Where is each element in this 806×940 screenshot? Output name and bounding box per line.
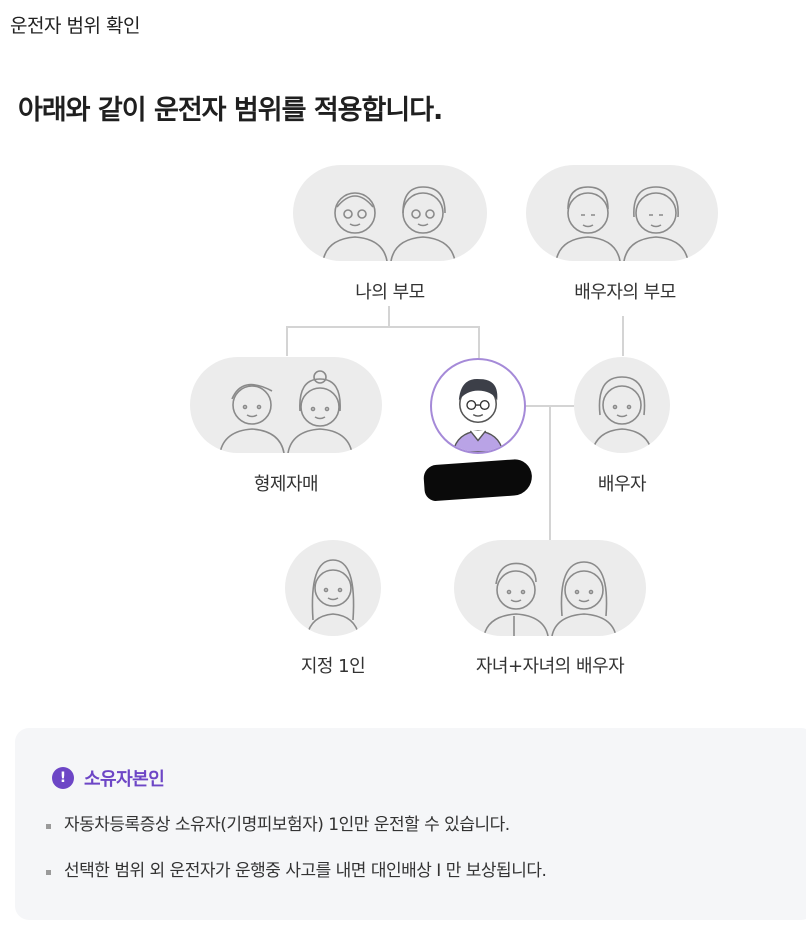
connector-line <box>622 316 624 356</box>
list-item: 선택한 범위 외 운전자가 운행중 사고를 내면 대인배상 I 만 보상됩니다. <box>44 861 547 907</box>
redacted-name <box>422 458 534 502</box>
person-illustration <box>483 561 617 636</box>
label-spouse-parents: 배우자의 부모 <box>574 282 676 303</box>
list-item-text: 자동차등록증상 소유자(기명피보험자) 1인만 운전할 수 있습니다. <box>64 815 510 835</box>
self-illustration <box>430 358 526 454</box>
driver-scope-tree: 나의 부모 배우자의 부모 형제자매 배우자 지정 1인 자녀+자녀의 배우자 <box>0 0 806 700</box>
alert-icon: ! <box>52 767 74 789</box>
my-parents-illustration <box>293 165 487 261</box>
person-illustration <box>555 186 689 261</box>
bullet-icon <box>46 870 51 875</box>
person-illustration <box>219 370 353 453</box>
info-bullet-list: 자동차등록증상 소유자(기명피보험자) 1인만 운전할 수 있습니다. 선택한 … <box>44 815 547 907</box>
person-illustration <box>452 379 504 452</box>
label-designated-one: 지정 1인 <box>300 656 366 677</box>
label-my-parents: 나의 부모 <box>355 282 425 303</box>
list-item: 자동차등록증상 소유자(기명피보험자) 1인만 운전할 수 있습니다. <box>44 815 546 861</box>
person-illustration <box>591 376 653 453</box>
spouse-parents-illustration <box>526 165 718 261</box>
connector-line <box>549 405 551 540</box>
label-siblings: 형제자매 <box>253 474 319 495</box>
bullet-icon <box>46 824 51 829</box>
connector-line <box>286 326 288 356</box>
children-illustration <box>454 540 646 636</box>
person-illustration <box>322 186 456 261</box>
connector-line <box>286 326 480 328</box>
person-illustration <box>306 559 360 636</box>
info-title-text: 소유자본인 <box>84 769 165 790</box>
connector-line <box>478 326 480 358</box>
spouse-illustration <box>574 357 670 453</box>
info-title: ! 소유자본인 <box>52 765 165 791</box>
siblings-illustration <box>190 357 382 453</box>
label-spouse: 배우자 <box>597 474 647 495</box>
list-item-text: 선택한 범위 외 운전자가 운행중 사고를 내면 대인배상 I 만 보상됩니다. <box>64 861 547 881</box>
designated-one-illustration <box>285 540 381 636</box>
connector-line <box>388 306 390 326</box>
label-children: 자녀+자녀의 배우자 <box>475 656 625 677</box>
